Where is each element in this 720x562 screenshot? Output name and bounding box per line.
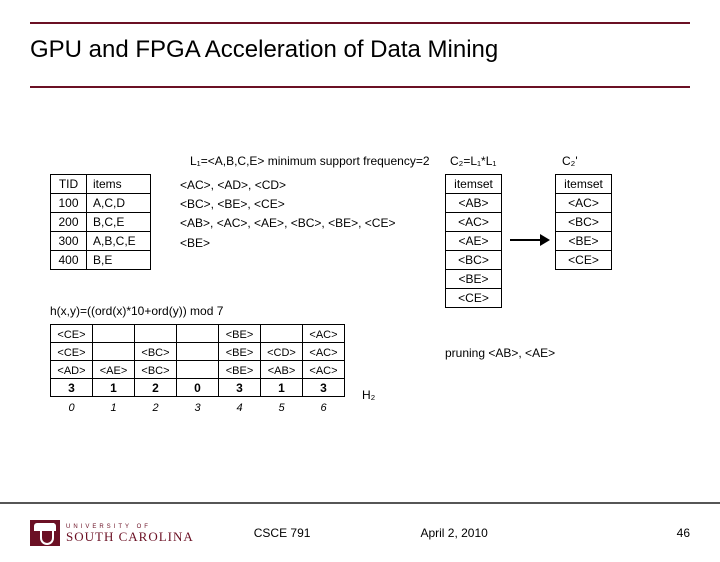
list-item: <CE> — [446, 289, 502, 308]
list-item: <AE> — [446, 232, 502, 251]
table-row: TID items — [51, 175, 151, 194]
hash-function-label: h(x,y)=((ord(x)*10+ord(y)) mod 7 — [50, 304, 223, 318]
page-number: 46 — [677, 526, 690, 540]
table-row: <CE><BE><AC> — [51, 325, 345, 343]
slide-title: GPU and FPGA Acceleration of Data Mining — [30, 36, 690, 64]
list-item: <BC> — [556, 213, 612, 232]
slide-footer: UNIVERSITY OF SOUTH CAROLINA CSCE 791 Ap… — [0, 502, 720, 562]
list-item: <AC> — [556, 194, 612, 213]
c2-table: itemset <AB> <AC> <AE> <BC> <BE> <CE> — [445, 174, 502, 308]
slide-date: April 2, 2010 — [420, 526, 487, 540]
slide-title-underline — [30, 86, 690, 88]
table-row: 300A,B,C,E — [51, 232, 151, 251]
hash-table: <CE><BE><AC> <CE><BC><BE><CD><AC> <AD><A… — [50, 324, 345, 415]
table-row: 400B,E — [51, 251, 151, 270]
table-row: <CE><BC><BE><CD><AC> — [51, 343, 345, 361]
table-row: 100A,C,D — [51, 194, 151, 213]
list-item: <BC> — [446, 251, 502, 270]
list-item: <AB>, <AC>, <AE>, <BC>, <BE>, <CE> — [180, 214, 395, 233]
l1-label: L₁=<A,B,C,E> minimum support frequency=2 — [190, 154, 430, 168]
candidate-pairs-list: <AC>, <AD>, <CD> <BC>, <BE>, <CE> <AB>, … — [180, 176, 395, 253]
table-header: itemset — [446, 175, 502, 194]
table-row: 200B,C,E — [51, 213, 151, 232]
list-item: <BE> — [556, 232, 612, 251]
list-item: <AC> — [446, 213, 502, 232]
course-code: CSCE 791 — [254, 526, 311, 540]
h2-label: H₂ — [362, 388, 375, 402]
table-row: 0123456 — [51, 397, 345, 415]
c2-prime-table: itemset <AC> <BC> <BE> <CE> — [555, 174, 612, 270]
list-item: <BE> — [180, 234, 395, 253]
university-logo: UNIVERSITY OF SOUTH CAROLINA — [30, 520, 194, 546]
logo-main-text: SOUTH CAROLINA — [66, 530, 194, 543]
figure-diagram: L₁=<A,B,C,E> minimum support frequency=2… — [50, 154, 670, 472]
list-item: <BE> — [446, 270, 502, 289]
university-logo-icon — [30, 520, 60, 546]
slide-top-rule — [30, 22, 690, 24]
table-header: items — [87, 175, 151, 194]
table-row: 3120313 — [51, 379, 345, 397]
list-item: <AC>, <AD>, <CD> — [180, 176, 395, 195]
list-item: <AB> — [446, 194, 502, 213]
pruning-label: pruning <AB>, <AE> — [445, 346, 555, 360]
c2-prime-label: C₂' — [562, 154, 578, 168]
table-header: TID — [51, 175, 87, 194]
table-header: itemset — [556, 175, 612, 194]
tid-table: TID items 100A,C,D 200B,C,E 300A,B,C,E 4… — [50, 174, 151, 270]
table-row: <AD><AE><BC><BE><AB><AC> — [51, 361, 345, 379]
c2-label: C₂=L₁*L₁ — [450, 154, 496, 168]
list-item: <BC>, <BE>, <CE> — [180, 195, 395, 214]
list-item: <CE> — [556, 251, 612, 270]
